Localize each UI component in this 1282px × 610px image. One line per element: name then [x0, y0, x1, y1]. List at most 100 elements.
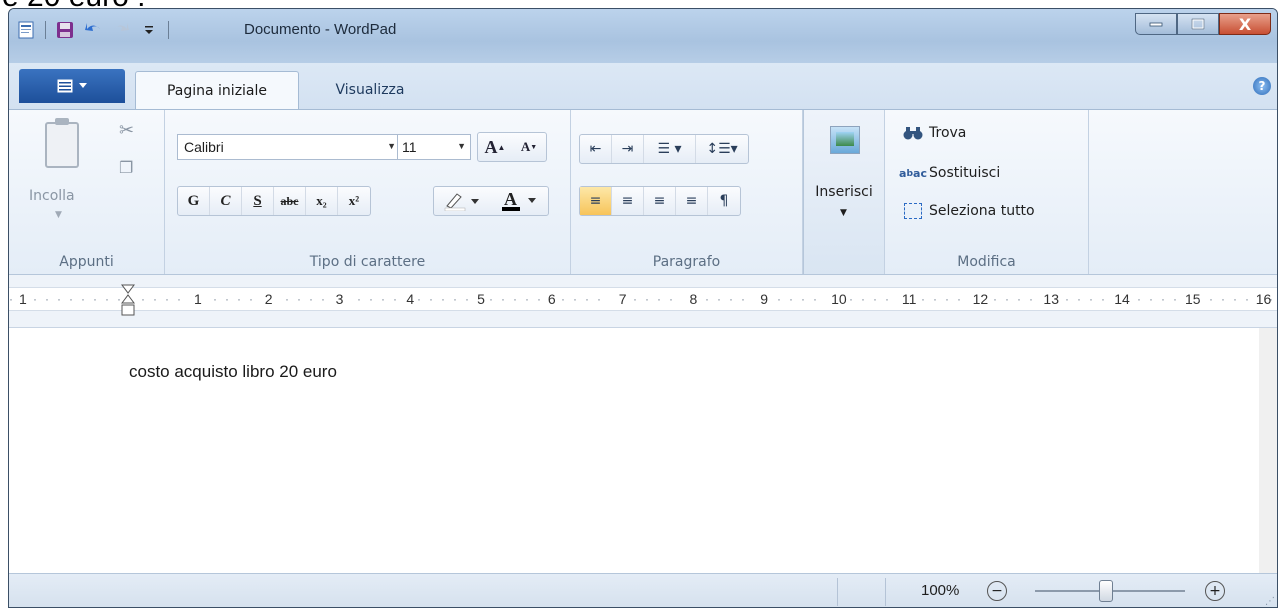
superscript-button[interactable]: x² — [338, 187, 370, 215]
paragraph-buttons-bottom: ≡ ≡ ≡ ≡ ¶ — [579, 186, 741, 216]
ruler-tick: · — [921, 292, 925, 306]
font-color-button[interactable]: A — [491, 187, 548, 215]
cut-icon[interactable]: ✂ — [119, 120, 134, 141]
document-area[interactable]: costo acquisto libro 20 euro — [9, 327, 1277, 573]
ruler-strip[interactable]: 1 1 2 3 4 5 6 7 8 9 10 11 12 13 14 15 16 · · · · · · · · · · · · · · · ·… — [9, 287, 1277, 311]
copy-icon[interactable]: ❐ — [119, 158, 133, 177]
zoom-in-button[interactable]: + — [1205, 581, 1225, 601]
decrease-indent-icon[interactable]: ⇤ — [580, 135, 612, 163]
font-family-select[interactable]: Calibri ▼ — [177, 134, 401, 160]
ruler-tick: · — [249, 292, 253, 306]
ruler-tick: · — [297, 292, 301, 306]
vertical-scrollbar[interactable] — [1259, 328, 1277, 573]
indent-marker-icon[interactable] — [121, 283, 135, 321]
italic-button[interactable]: C — [210, 187, 242, 215]
document-text[interactable]: costo acquisto libro 20 euro — [129, 362, 337, 382]
ribbon-tab-row: Pagina iniziale Visualizza ? — [9, 63, 1277, 109]
line-spacing-icon[interactable]: ↕☰▾ — [696, 135, 748, 163]
group-tipo-di-carattere: Calibri ▼ 11 ▼ A ▲ A ▼ G C S abc x₂ x² A… — [165, 110, 571, 274]
zoom-slider-thumb[interactable] — [1099, 580, 1113, 602]
ruler-tick: · — [1197, 292, 1201, 306]
ruler-tick: · — [381, 292, 385, 306]
group-modifica: Trova a b ac Sostituisci Seleziona tutto M… — [885, 110, 1089, 274]
ruler-tick: · — [177, 292, 181, 306]
underline-button[interactable]: S — [242, 187, 274, 215]
subscript-button[interactable]: x₂ — [306, 187, 338, 215]
shrink-font-icon[interactable]: A ▼ — [512, 133, 546, 161]
redo-icon[interactable] — [110, 19, 132, 41]
ruler-tick: · — [873, 292, 877, 306]
resize-grip-icon[interactable]: ⋰ — [1265, 596, 1275, 607]
svg-text:A: A — [504, 190, 517, 209]
application-menu-button[interactable] — [19, 69, 125, 103]
status-divider — [885, 578, 886, 606]
strikethrough-button[interactable]: abc — [274, 187, 306, 215]
bold-button[interactable]: G — [178, 187, 210, 215]
ruler-tick: · — [357, 292, 361, 306]
ruler-tick: · — [717, 292, 721, 306]
zoom-out-button[interactable]: − — [987, 581, 1007, 601]
ruler[interactable]: 1 1 2 3 4 5 6 7 8 9 10 11 12 13 14 15 16 · · · · · · · · · · · · · · · ·… — [9, 275, 1277, 327]
group-inserisci[interactable]: Inserisci ▼ — [803, 110, 885, 274]
ruler-tick: · — [657, 292, 661, 306]
paste-clipboard-icon[interactable] — [45, 118, 79, 168]
ruler-tick: · — [1017, 292, 1021, 306]
zoom-level[interactable]: 100% — [921, 582, 959, 599]
maximize-button[interactable] — [1177, 13, 1219, 35]
picture-icon — [830, 126, 860, 154]
wordpad-icon[interactable] — [15, 19, 37, 41]
customize-qat-icon[interactable] — [138, 19, 160, 41]
ruler-tick: · — [1065, 292, 1069, 306]
paste-button-label[interactable]: Incolla — [29, 188, 75, 204]
highlight-color-button[interactable] — [434, 187, 491, 215]
align-center-icon[interactable]: ≡ — [612, 187, 644, 215]
minimize-button[interactable] — [1135, 13, 1177, 35]
app-menu-icon — [57, 79, 73, 93]
paragraph-settings-icon[interactable]: ¶ — [708, 187, 740, 215]
justify-icon[interactable]: ≡ — [676, 187, 708, 215]
align-right-icon[interactable]: ≡ — [644, 187, 676, 215]
ruler-tick: · — [573, 292, 577, 306]
select-all-button[interactable]: Seleziona tutto — [903, 202, 1035, 220]
bullet-list-icon[interactable]: ☰ ▾ — [644, 135, 696, 163]
highlighter-icon — [444, 193, 479, 211]
replace-label: Sostituisci — [929, 165, 1001, 181]
chevron-down-icon: ▼ — [457, 141, 466, 151]
ruler-tick: · — [1209, 292, 1213, 306]
group-appunti: Incolla ▼ ✂ ❐ Appunti — [9, 110, 165, 274]
group-label-paragrafo: Paragrafo — [652, 254, 721, 270]
ruler-tick: · — [1029, 292, 1033, 306]
font-size-select[interactable]: 11 ▼ — [397, 134, 471, 160]
format-buttons: G C S abc x₂ x² — [177, 186, 371, 216]
align-left-icon[interactable]: ≡ — [580, 187, 612, 215]
ruler-tick: · — [537, 292, 541, 306]
close-button[interactable]: X — [1219, 13, 1271, 35]
ruler-number: 1 — [19, 291, 27, 307]
paste-dropdown-icon[interactable]: ▼ — [55, 210, 62, 220]
help-icon[interactable]: ? — [1253, 77, 1271, 95]
color-buttons: A — [433, 186, 549, 216]
ruler-number: 10 — [831, 291, 847, 307]
ruler-tick: · — [813, 292, 817, 306]
save-icon[interactable] — [54, 19, 76, 41]
ruler-tick: · — [93, 292, 97, 306]
ruler-tick: · — [585, 292, 589, 306]
font-size-value: 11 — [402, 139, 417, 155]
ruler-tick: · — [1269, 292, 1273, 306]
ruler-tick: · — [597, 292, 601, 306]
ruler-tick: · — [165, 292, 169, 306]
ruler-tick: · — [945, 292, 949, 306]
tab-pagina-iniziale[interactable]: Pagina iniziale — [135, 71, 299, 109]
chevron-down-icon: ▼ — [387, 141, 396, 151]
increase-indent-icon[interactable]: ⇥ — [612, 135, 644, 163]
find-button[interactable]: Trova — [903, 124, 966, 142]
grow-font-icon[interactable]: A ▲ — [478, 133, 512, 161]
tab-visualizza[interactable]: Visualizza — [315, 71, 425, 109]
ruler-tick: · — [789, 292, 793, 306]
chevron-down-icon: ▼ — [840, 208, 847, 218]
ruler-tick: · — [69, 292, 73, 306]
ruler-tick: · — [465, 292, 469, 306]
undo-icon[interactable] — [82, 19, 104, 41]
ruler-tick: · — [633, 292, 637, 306]
replace-button[interactable]: a b ac Sostituisci — [899, 164, 1001, 182]
